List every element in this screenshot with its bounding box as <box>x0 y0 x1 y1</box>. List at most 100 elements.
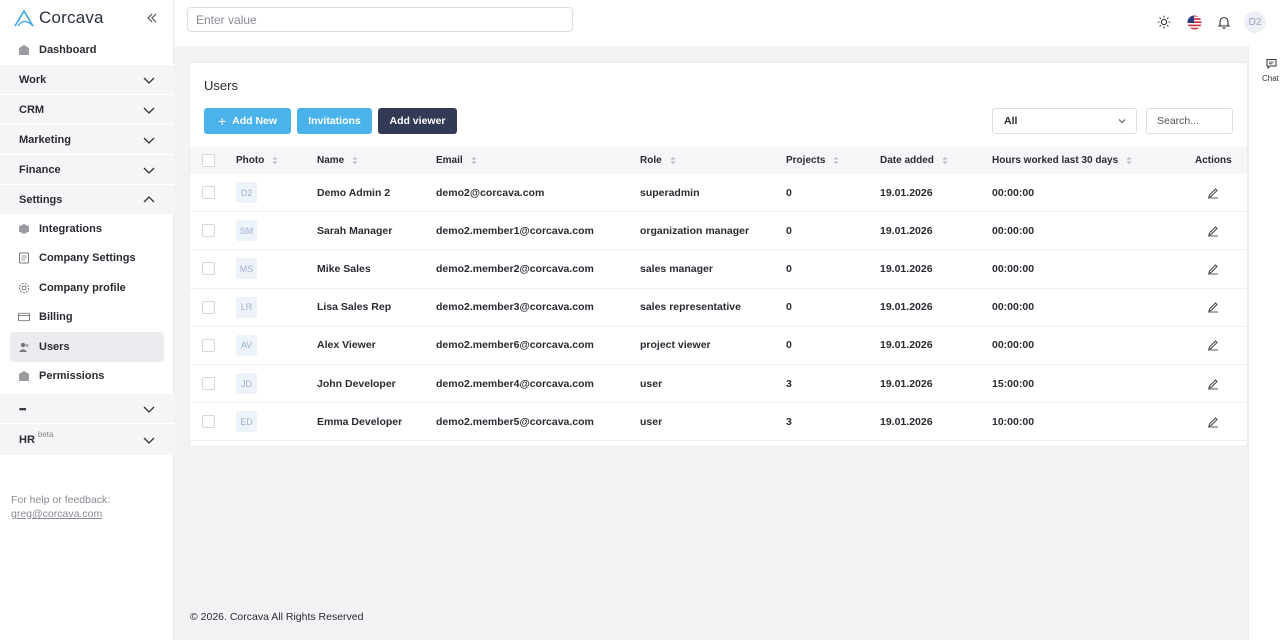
button-label: Add New <box>232 115 278 127</box>
sidebar-item-company-settings[interactable]: Company Settings <box>0 244 174 274</box>
user-avatar[interactable]: D2 <box>1244 11 1266 33</box>
edit-icon[interactable] <box>1207 250 1219 287</box>
row-checkbox[interactable] <box>202 174 215 211</box>
section-label: HR beta <box>19 430 53 446</box>
user-role: organization manager <box>640 224 750 237</box>
user-projects: 0 <box>786 224 792 237</box>
page-footer: © 2026. Corcava All Rights Reserved <box>190 611 364 623</box>
role-filter-select[interactable]: All <box>992 108 1137 134</box>
user-hours: 00:00:00 <box>992 301 1035 314</box>
user-name[interactable]: Mike Sales <box>317 250 371 287</box>
chevron-down-icon <box>143 406 155 413</box>
table-row[interactable]: LR Lisa Sales Rep demo2.member3@corcava.co… <box>190 289 1247 327</box>
users-icon <box>18 341 30 353</box>
sidebar-section-crm[interactable]: CRM <box>0 94 174 124</box>
credit-card-icon <box>18 311 30 323</box>
sort-icon <box>471 156 477 165</box>
sidebar-item-label: Integrations <box>39 222 102 235</box>
row-checkbox[interactable] <box>202 403 215 440</box>
edit-icon[interactable] <box>1207 365 1219 402</box>
user-name[interactable]: Emma Developer <box>317 403 402 440</box>
table-row[interactable]: D2 Demo Admin 2 demo2@corcava.com superadmi… <box>190 174 1247 213</box>
user-name[interactable]: Sarah Manager <box>317 212 392 249</box>
edit-icon[interactable] <box>1207 403 1219 440</box>
table-row[interactable]: MS Mike Sales demo2.member2@corcava.com sal… <box>190 250 1247 289</box>
user-name[interactable]: John Developer <box>317 365 396 402</box>
help-email-link[interactable]: greg@corcava.com <box>11 508 102 520</box>
avatar-initials: ED <box>236 411 257 433</box>
global-search-input[interactable] <box>187 7 573 32</box>
row-checkbox[interactable] <box>202 365 215 402</box>
sidebar-item-integrations[interactable]: Integrations <box>0 214 174 244</box>
sidebar-section-hr[interactable]: HR beta <box>0 423 174 455</box>
edit-icon[interactable] <box>1207 174 1219 211</box>
user-name[interactable]: Demo Admin 2 <box>317 174 390 211</box>
header-projects[interactable]: Projects <box>786 147 839 174</box>
sidebar-section-settings[interactable]: Settings <box>0 184 174 214</box>
chat-label: Chat <box>1262 74 1279 83</box>
header-photo[interactable]: Photo <box>236 147 278 174</box>
header-hours[interactable]: Hours worked last 30 days <box>992 147 1132 174</box>
collapse-sidebar-icon[interactable] <box>146 12 158 24</box>
avatar-initials: MS <box>236 258 257 280</box>
user-hours: 00:00:00 <box>992 186 1035 199</box>
row-checkbox[interactable] <box>202 250 215 287</box>
users-search-input[interactable] <box>1146 108 1233 134</box>
sidebar-item-users[interactable]: Users <box>10 332 164 362</box>
user-projects: 0 <box>786 186 792 199</box>
header-name[interactable]: Name <box>317 147 358 174</box>
user-role: user <box>640 377 663 390</box>
user-name[interactable]: Lisa Sales Rep <box>317 289 391 326</box>
top-icons: D2 <box>1154 11 1266 33</box>
chevron-down-icon <box>143 437 155 444</box>
sidebar-item-label: Company Settings <box>39 252 136 265</box>
table-row[interactable]: AV Alex Viewer demo2.member6@corcava.com pr… <box>190 327 1247 365</box>
row-checkbox[interactable] <box>202 327 215 364</box>
edit-icon[interactable] <box>1207 212 1219 249</box>
user-date-added: 19.01.2026 <box>880 224 933 237</box>
sidebar-item-company-profile[interactable]: Company profile <box>0 273 174 303</box>
row-checkbox[interactable] <box>202 289 215 326</box>
user-name[interactable]: Alex Viewer <box>317 327 376 364</box>
header-email[interactable]: Email <box>436 147 477 174</box>
us-flag-icon[interactable] <box>1184 12 1204 32</box>
help-footer: For help or feedback: greg@corcava.com <box>11 493 110 521</box>
user-projects: 0 <box>786 301 792 314</box>
sidebar-item-dashboard[interactable]: Dashboard <box>0 36 174 64</box>
header-label: Date added <box>880 155 934 166</box>
header-label: Name <box>317 155 345 166</box>
sidebar-section-more[interactable]: ••• <box>0 393 174 423</box>
document-icon <box>18 252 30 264</box>
section-label: CRM <box>19 103 45 116</box>
users-card: Users + Add New Invitations Add viewer A… <box>190 63 1247 446</box>
edit-icon[interactable] <box>1207 327 1219 364</box>
sidebar-item-permissions[interactable]: Permissions <box>0 362 174 392</box>
filter-value: All <box>1004 115 1018 127</box>
theme-sun-icon[interactable] <box>1154 12 1174 32</box>
header-date-added[interactable]: Date added <box>880 147 948 174</box>
section-label: Marketing <box>19 133 71 146</box>
sidebar-section-finance[interactable]: Finance <box>0 154 174 184</box>
hr-label: HR <box>19 433 35 446</box>
brand-logo[interactable]: Corcava <box>13 8 104 28</box>
header-role[interactable]: Role <box>640 147 676 174</box>
add-new-button[interactable]: + Add New <box>204 108 291 134</box>
user-date-added: 19.01.2026 <box>880 301 933 314</box>
row-checkbox[interactable] <box>202 212 215 249</box>
table-row[interactable]: JD John Developer demo2.member4@corcava.co… <box>190 365 1247 404</box>
select-all-checkbox[interactable] <box>202 147 215 174</box>
avatar-initials: LR <box>236 296 257 318</box>
bell-icon[interactable] <box>1214 12 1234 32</box>
add-viewer-button[interactable]: Add viewer <box>378 108 457 134</box>
sidebar-section-work[interactable]: Work <box>0 64 174 94</box>
user-role: sales representative <box>640 301 741 314</box>
edit-icon[interactable] <box>1207 289 1219 326</box>
chat-panel-tab[interactable]: Chat <box>1248 46 1280 640</box>
sidebar-item-billing[interactable]: Billing <box>0 303 174 333</box>
table-row[interactable]: ED Emma Developer demo2.member5@corcava.co… <box>190 403 1247 442</box>
sidebar-section-marketing[interactable]: Marketing <box>0 124 174 154</box>
table-row[interactable]: SM Sarah Manager demo2.member1@corcava.com… <box>190 212 1247 251</box>
user-date-added: 19.01.2026 <box>880 262 933 275</box>
user-role: user <box>640 415 663 428</box>
invitations-button[interactable]: Invitations <box>297 108 372 134</box>
